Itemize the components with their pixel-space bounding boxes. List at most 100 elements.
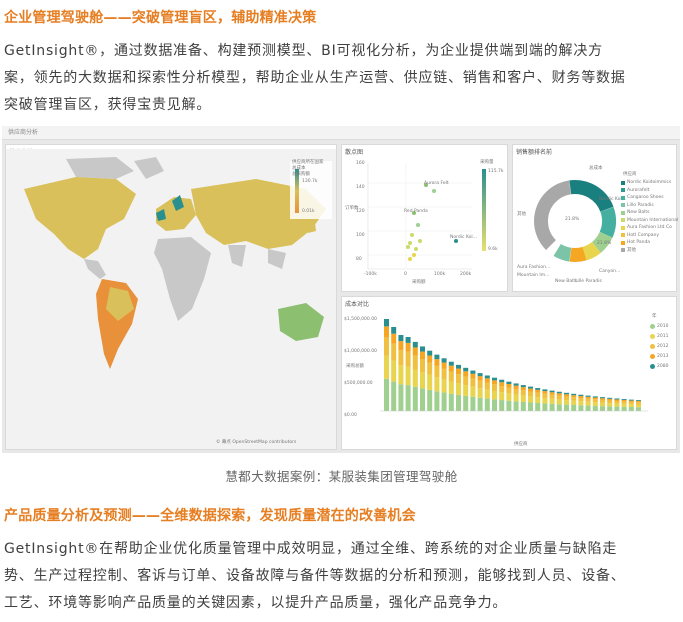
bar-segment (542, 393, 548, 399)
bar-segment (427, 374, 433, 390)
bar-segment (571, 397, 577, 401)
scatter-point-label: Red Panda (404, 209, 428, 214)
bar-segment (600, 397, 605, 399)
bar-segment (463, 395, 469, 411)
bar-segment (578, 405, 584, 411)
bar-segment (384, 319, 389, 327)
bar-segment (405, 337, 411, 343)
bar-segment (513, 385, 519, 389)
dashboard-screenshot: 供应商分析 供应商地图 (2, 126, 680, 453)
bar-segment (412, 347, 418, 356)
bar-segment (556, 399, 562, 405)
bar-segment (470, 373, 476, 379)
bar-segment (549, 398, 555, 404)
legend-label: 2080 (657, 363, 669, 369)
bar-segment (636, 401, 641, 403)
donut-legend: Nordic Koidoimmics Aurorafelt Cangaroo Sho… (621, 179, 678, 254)
donut-pct: 21.8% (565, 217, 580, 222)
bar-segment (528, 386, 533, 389)
bar-segment (412, 355, 418, 370)
bar-segment (628, 400, 634, 402)
scatter-legend-min: 9.6k (488, 247, 498, 252)
legend-label: Hotl Company (627, 232, 659, 238)
scatter-xlabel: 采购额 (412, 280, 426, 285)
section1-heading: 企业管理驾驶舱——突破管理盲区，辅助精准决策 (4, 10, 317, 26)
scatter-ylabel: 订单数 (345, 206, 359, 211)
bar-segment (506, 384, 512, 388)
donut-label: Canyon... (599, 269, 621, 274)
bar-segment (636, 402, 641, 405)
bar-ytick: $1,000,000.00 (344, 349, 377, 354)
scatter-xtick: 100k (434, 272, 446, 277)
bar-segment (484, 389, 490, 399)
bar-segment (607, 400, 613, 404)
bar-segment (484, 382, 490, 390)
bar-segment (506, 400, 512, 411)
bar-chart (380, 319, 648, 412)
legend-swatch (621, 180, 625, 185)
bar-segment (578, 394, 584, 397)
donut-panel: 销售额排名前 21.8% 21.8% 总成本 其他 Nordic Koi... … (512, 144, 678, 292)
bar-ytick: $1,500,000.00 (344, 317, 377, 322)
bar-segment (492, 384, 497, 392)
bar-segment (427, 350, 433, 356)
scatter-legend-title: 采购量 (480, 160, 494, 165)
bar-segment (535, 389, 541, 393)
section1-line: GetInsight®，通过数据准备、构建预测模型、BI可视化分析，为企业提供端… (4, 43, 603, 59)
legend-swatch (650, 343, 655, 349)
bar-segment (628, 401, 634, 405)
bar-segment (636, 407, 641, 411)
bar-segment (477, 376, 483, 381)
bar-segment (621, 406, 627, 411)
bar-segment (528, 396, 533, 403)
bar-segment (463, 367, 469, 372)
bar-segment (448, 371, 454, 382)
bar-segment (628, 404, 634, 408)
bar-segment (405, 385, 411, 411)
bar-segment (621, 403, 627, 407)
bar-legend-item: 2080 (650, 361, 668, 371)
bar-segment (477, 380, 483, 389)
donut-label: Aura Fashion... (517, 265, 551, 270)
donut-label: New Balts (555, 279, 578, 284)
scatter-ytick: 140 (356, 185, 365, 190)
bar-segment (405, 366, 411, 386)
scatter-legend-max: 115.7k (488, 169, 504, 174)
bar-segment (564, 392, 569, 395)
donut-label: Mountain Im... (517, 273, 550, 278)
legend-label: 2011 (657, 333, 669, 339)
bar-segment (398, 384, 404, 411)
bar-segment (513, 394, 519, 402)
bar-segment (441, 379, 447, 393)
bar-segment (499, 385, 505, 393)
donut-label: 其他 (517, 212, 526, 217)
bar-segment (535, 397, 541, 403)
bar-segment (556, 395, 562, 400)
bar-segment (520, 401, 526, 411)
bar-segment (456, 394, 461, 411)
bar-segment (434, 359, 440, 366)
bar-segment (384, 355, 389, 379)
map-legend-label: 总采购额 (292, 172, 310, 177)
bar-segment (535, 402, 541, 411)
scatter-ytick: 100 (356, 233, 365, 238)
bar-legend-item: 2013 (650, 351, 668, 361)
donut-legend-item: Hot Panda (621, 239, 678, 247)
bar-segment (463, 376, 469, 386)
bar-segment (391, 381, 397, 411)
bar-segment (420, 359, 425, 373)
bar-segment (434, 365, 440, 378)
bar-segment (607, 397, 613, 399)
scatter-point-label: Nordic Kol... (450, 235, 477, 240)
bar-segment (499, 379, 505, 383)
section1-line: 案，领先的大数据和探索性分析模型，帮助企业从生产运营、供应链、销售和客户、财务等… (4, 70, 626, 86)
bar-segment (592, 405, 598, 411)
bar-segment (592, 399, 598, 403)
bar-segment (520, 395, 526, 402)
bar-segment (484, 398, 490, 411)
bar-segment (391, 327, 397, 334)
bar-segment (592, 396, 598, 398)
bar-segment (592, 402, 598, 406)
bar-segment (492, 380, 497, 385)
world-map (6, 149, 336, 449)
